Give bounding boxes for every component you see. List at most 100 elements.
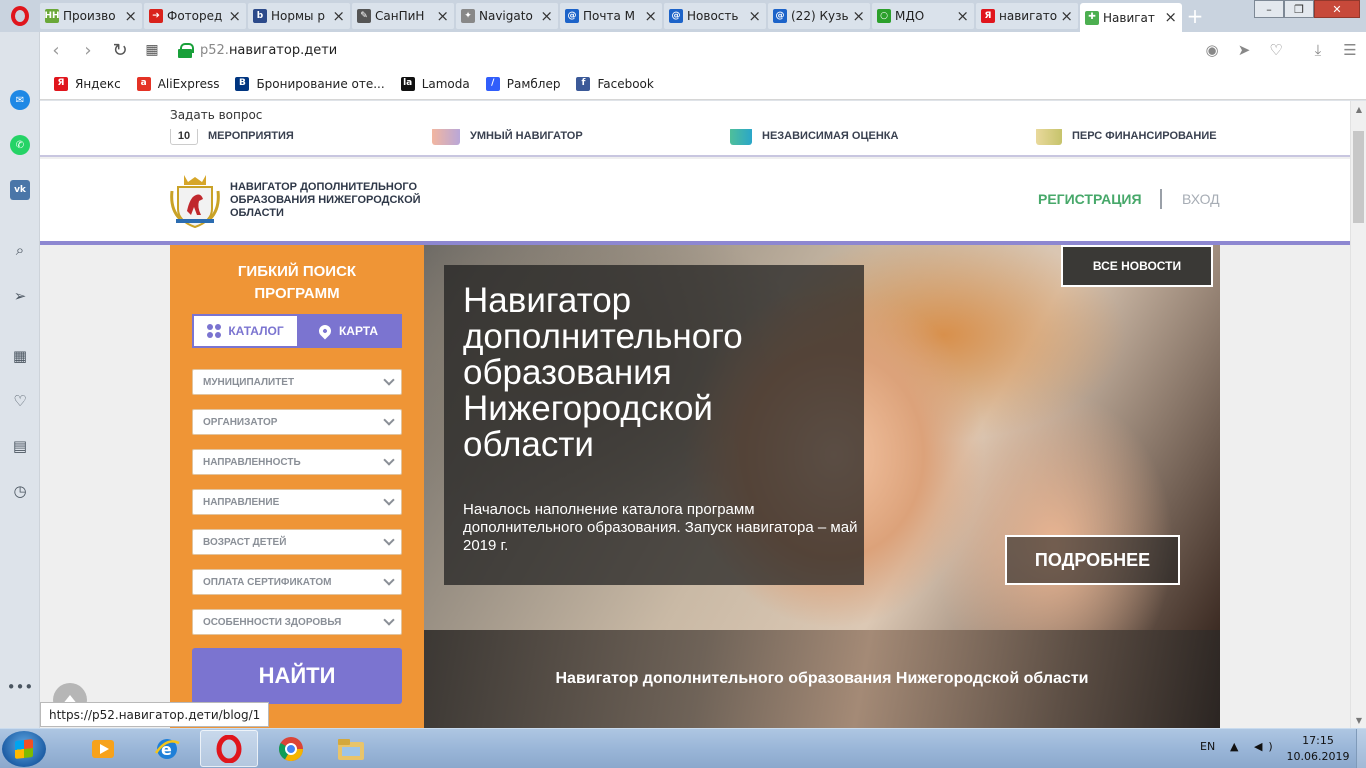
url-input[interactable]: p52.навигатор.дети [200, 43, 1196, 58]
quick-link-smart-navigator[interactable]: УМНЫЙ НАВИГАТОР [432, 129, 583, 145]
second-banner: Навигатор дополнительного образования Ни… [424, 630, 1220, 728]
tab-title: Новость [687, 9, 739, 23]
tab-close-icon[interactable]: × [1060, 8, 1073, 24]
site-name[interactable]: НАВИГАТОР ДОПОЛНИТЕЛЬНОГО ОБРАЗОВАНИЯ НИ… [230, 181, 440, 220]
internet-explorer-icon[interactable]: e [138, 730, 196, 767]
easy-setup-icon[interactable]: ☰ [1334, 41, 1366, 59]
system-clock[interactable]: 17:15 10.06.2019 [1284, 733, 1352, 765]
find-button[interactable]: НАЙТИ [192, 648, 402, 704]
bookmark-item[interactable]: la Lamoda [400, 76, 470, 91]
heart-icon[interactable]: ♡ [1260, 41, 1292, 59]
browser-tab[interactable]: ➔ Фоторед × [144, 3, 246, 29]
favicon-icon: ✦ [461, 9, 475, 23]
scrollbar-thumb[interactable] [1353, 131, 1364, 223]
heart-icon[interactable]: ♡ [8, 389, 32, 413]
favicon-icon: b [253, 9, 267, 23]
browser-tab[interactable]: HH Произво × [40, 3, 142, 29]
download-icon[interactable]: ⤓ [1302, 41, 1334, 59]
filter-select[interactable]: НАПРАВЛЕНИЕ [192, 489, 402, 515]
catalog-tab[interactable]: КАТАЛОГ [194, 316, 297, 346]
search-icon[interactable]: ⌕ [8, 238, 32, 262]
all-news-button[interactable]: ВСЕ НОВОСТИ [1061, 245, 1213, 287]
speed-dial-icon[interactable]: ▦ [8, 344, 32, 368]
tab-close-icon[interactable]: × [436, 8, 449, 24]
bookmark-item[interactable]: B Бронирование оте... [235, 76, 385, 91]
new-tab-icon[interactable]: + [1184, 3, 1206, 29]
media-player-icon[interactable] [74, 730, 132, 767]
favicon-icon: ✎ [357, 9, 371, 23]
tab-close-icon[interactable]: × [332, 8, 345, 24]
messenger-icon[interactable]: ✉ [8, 88, 32, 112]
map-tab[interactable]: КАРТА [297, 316, 400, 346]
forward-icon[interactable]: › [72, 34, 104, 66]
whatsapp-icon[interactable]: ✆ [8, 133, 32, 157]
tab-close-icon[interactable]: × [124, 8, 137, 24]
bookmark-item[interactable]: f Facebook [576, 76, 654, 91]
browser-tab[interactable]: ○ МДО × [872, 3, 974, 29]
browser-tab[interactable]: ✚ Навигат × [1080, 3, 1182, 32]
file-explorer-icon[interactable] [322, 730, 380, 767]
tab-title: Нормы р [271, 9, 325, 23]
quick-link-events[interactable]: 10 МЕРОПРИЯТИЯ [170, 129, 294, 145]
news-icon[interactable]: ▤ [8, 434, 32, 458]
tab-close-icon[interactable]: × [748, 8, 761, 24]
tab-close-icon[interactable]: × [228, 8, 241, 24]
filter-select[interactable]: НАПРАВЛЕННОСТЬ [192, 449, 402, 475]
tab-close-icon[interactable]: × [540, 8, 553, 24]
scroll-up-icon[interactable]: ▲ [1351, 101, 1366, 117]
send-icon[interactable]: ➤ [1228, 41, 1260, 59]
send-icon[interactable]: ➢ [8, 284, 32, 308]
camera-icon[interactable]: ◉ [1196, 41, 1228, 59]
filter-select[interactable]: МУНИЦИПАЛИТЕТ [192, 369, 402, 395]
browser-tab[interactable]: ✎ СанПиН × [352, 3, 454, 29]
bookmark-item[interactable]: / Рамблер [485, 76, 560, 91]
browser-tab[interactable]: ✦ Navigato × [456, 3, 558, 29]
language-indicator[interactable]: EN [1200, 740, 1215, 753]
show-desktop-button[interactable] [1356, 729, 1366, 768]
quick-link-personal-financing[interactable]: ПЕРС ФИНАНСИРОВАНИЕ [1036, 129, 1217, 145]
catalog-tab-label: КАТАЛОГ [228, 324, 284, 338]
browser-tab[interactable]: @ Почта М × [560, 3, 662, 29]
browser-tab[interactable]: @ (22) Кузь × [768, 3, 870, 29]
page-scrollbar[interactable]: ▲ ▼ [1350, 101, 1366, 728]
speed-dial-icon[interactable]: ▦ [136, 34, 168, 66]
filter-select[interactable]: ОСОБЕННОСТИ ЗДОРОВЬЯ [192, 609, 402, 635]
tab-close-icon[interactable]: × [956, 8, 969, 24]
quick-link-independent-assessment[interactable]: НЕЗАВИСИМАЯ ОЦЕНКА [730, 129, 898, 145]
tray-icons[interactable]: ▲ ◀) [1230, 740, 1279, 753]
close-window-icon[interactable]: ✕ [1314, 0, 1360, 18]
bookmark-favicon-icon: B [235, 76, 250, 91]
bookmark-item[interactable]: a AliExpress [136, 76, 219, 91]
more-button[interactable]: ПОДРОБНЕЕ [1005, 535, 1180, 585]
reload-icon[interactable]: ↻ [104, 34, 136, 66]
opera-menu-icon[interactable] [0, 0, 40, 32]
browser-tab[interactable]: @ Новость × [664, 3, 766, 29]
vk-icon[interactable]: vk [8, 178, 32, 202]
tab-close-icon[interactable]: × [644, 8, 657, 24]
browser-tab[interactable]: b Нормы р × [248, 3, 350, 29]
tab-close-icon[interactable]: × [852, 8, 865, 24]
filter-select[interactable]: ВОЗРАСТ ДЕТЕЙ [192, 529, 402, 555]
back-icon[interactable]: ‹ [40, 34, 72, 66]
start-button[interactable] [2, 731, 46, 767]
bookmark-item[interactable]: Я Яндекс [54, 76, 121, 91]
lock-icon[interactable] [178, 43, 194, 58]
filter-select[interactable]: ОРГАНИЗАТОР [192, 409, 402, 435]
browser-tab[interactable]: Янавигато × [976, 3, 1078, 29]
register-link[interactable]: РЕГИСТРАЦИЯ [1038, 191, 1142, 207]
maximize-icon[interactable]: ❐ [1284, 0, 1314, 18]
opera-taskbar-icon[interactable] [200, 730, 258, 767]
tab-close-icon[interactable]: × [1164, 10, 1177, 25]
more-icon[interactable]: ••• [7, 675, 34, 699]
coat-of-arms-logo[interactable] [170, 173, 220, 229]
filter-select[interactable]: ОПЛАТА СЕРТИФИКАТОМ [192, 569, 402, 595]
history-icon[interactable]: ◷ [8, 479, 32, 503]
scroll-down-icon[interactable]: ▼ [1351, 712, 1366, 728]
login-link[interactable]: ВХОД [1182, 191, 1220, 207]
clock-time: 17:15 [1302, 734, 1334, 747]
ask-question-link[interactable]: Задать вопрос [170, 108, 262, 122]
chrome-icon[interactable] [262, 730, 320, 767]
minimize-icon[interactable]: – [1254, 0, 1284, 18]
tab-title: Почта М [583, 9, 635, 23]
bookmark-label: Бронирование оте... [256, 76, 385, 91]
